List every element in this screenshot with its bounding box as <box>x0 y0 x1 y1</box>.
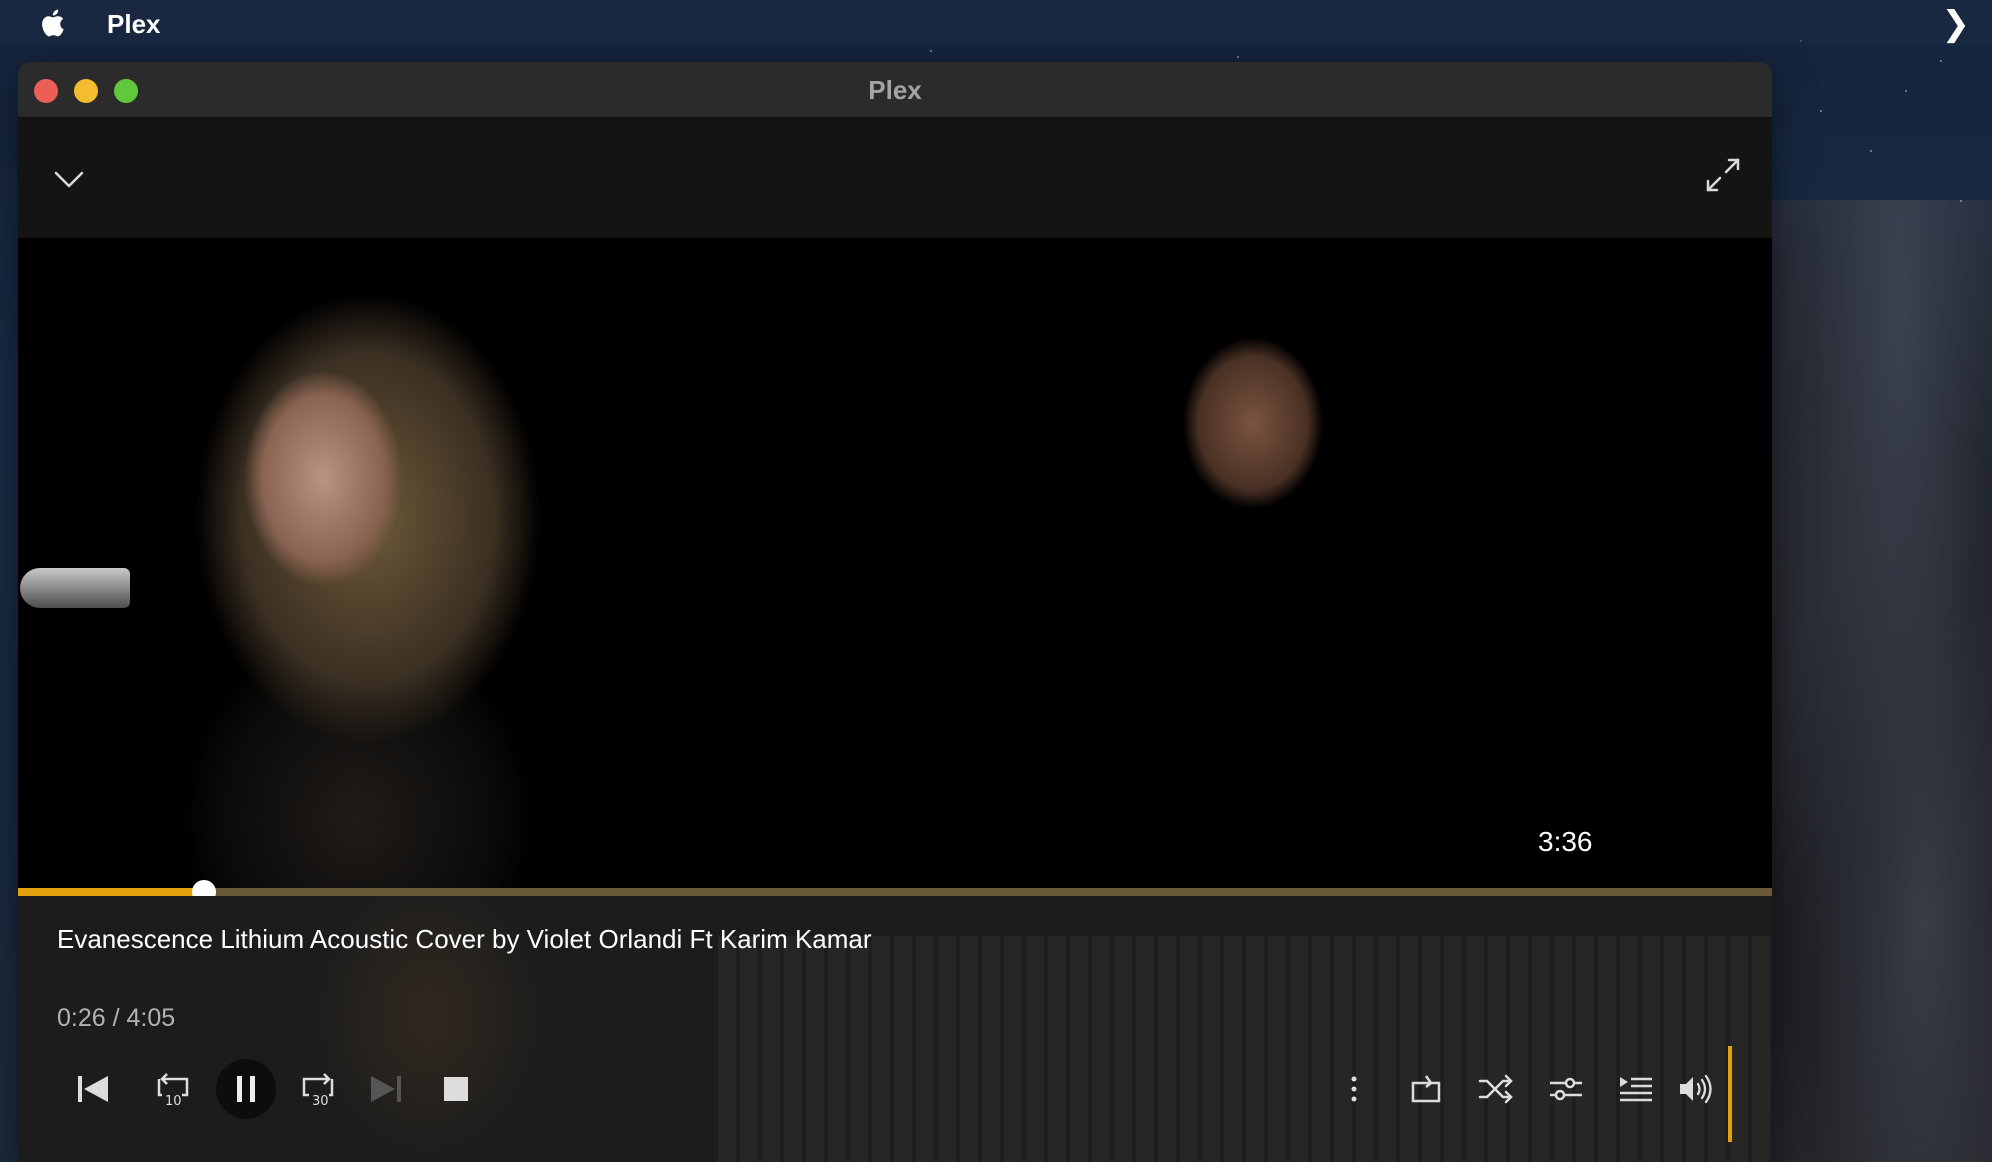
shuffle-button[interactable] <box>1474 1061 1518 1117</box>
forward-30-label: 30 <box>312 1094 329 1109</box>
volume-slider[interactable] <box>1728 1046 1732 1142</box>
collapse-player-chevron-down-icon[interactable] <box>50 160 88 198</box>
menubar-chevron-right-icon[interactable]: ❯ <box>1942 4 1971 44</box>
more-vertical-icon <box>1351 1076 1357 1102</box>
remaining-time-label: 3:36 <box>1538 826 1593 857</box>
desktop-wallpaper-mountains <box>1760 200 1992 1162</box>
pause-icon <box>237 1076 255 1102</box>
skip-next-button[interactable] <box>361 1061 411 1117</box>
skip-previous-icon <box>78 1076 108 1102</box>
window-titlebar[interactable]: Plex <box>18 62 1772 118</box>
forward-30-icon: 30 <box>302 1073 334 1109</box>
play-queue-button[interactable] <box>1614 1061 1658 1117</box>
apple-logo-icon[interactable] <box>38 6 70 40</box>
play-queue-icon <box>1620 1077 1652 1102</box>
menu-bar: Plex ❯ <box>0 0 1992 46</box>
video-singer-figure <box>38 258 698 888</box>
skip-previous-button[interactable] <box>68 1061 118 1117</box>
fullscreen-expand-icon[interactable] <box>1700 152 1746 198</box>
shuffle-icon <box>1478 1074 1513 1104</box>
window-title: Plex <box>868 75 922 105</box>
pause-button[interactable] <box>216 1059 276 1119</box>
repeat-icon <box>1411 1075 1441 1103</box>
equalizer-settings-icon <box>1550 1077 1582 1101</box>
repeat-button[interactable] <box>1404 1061 1448 1117</box>
volume-button[interactable] <box>1674 1061 1718 1117</box>
time-readout: 0:26 / 4:05 <box>57 1004 176 1032</box>
stop-button[interactable] <box>431 1061 481 1117</box>
player-control-panel: Evanescence Lithium Acoustic Cover by Vi… <box>18 896 1772 1162</box>
replay-10-label: 10 <box>165 1094 182 1109</box>
seek-bar[interactable] <box>18 880 1772 904</box>
equalizer-settings-button[interactable] <box>1544 1061 1588 1117</box>
plex-window: Plex 3:36 Evanescence Lithium Acoustic C… <box>18 62 1772 1162</box>
panel-background-piano <box>718 936 1772 1162</box>
stop-icon <box>444 1077 468 1101</box>
volume-icon <box>1680 1074 1712 1104</box>
forward-30-button[interactable]: 30 <box>291 1061 341 1117</box>
menubar-app-name[interactable]: Plex <box>107 9 161 40</box>
replay-10-button[interactable]: 10 <box>150 1061 200 1117</box>
seek-bar-progress <box>18 888 204 896</box>
skip-next-icon <box>371 1076 401 1102</box>
player-toolbar <box>18 118 1772 238</box>
more-options-button[interactable] <box>1334 1061 1374 1117</box>
video-frame[interactable]: 3:36 <box>18 238 1772 888</box>
track-title: Evanescence Lithium Acoustic Cover by Vi… <box>57 924 872 954</box>
video-microphone <box>20 568 130 608</box>
video-pianist-face <box>1158 308 1348 538</box>
replay-10-icon: 10 <box>157 1073 189 1109</box>
